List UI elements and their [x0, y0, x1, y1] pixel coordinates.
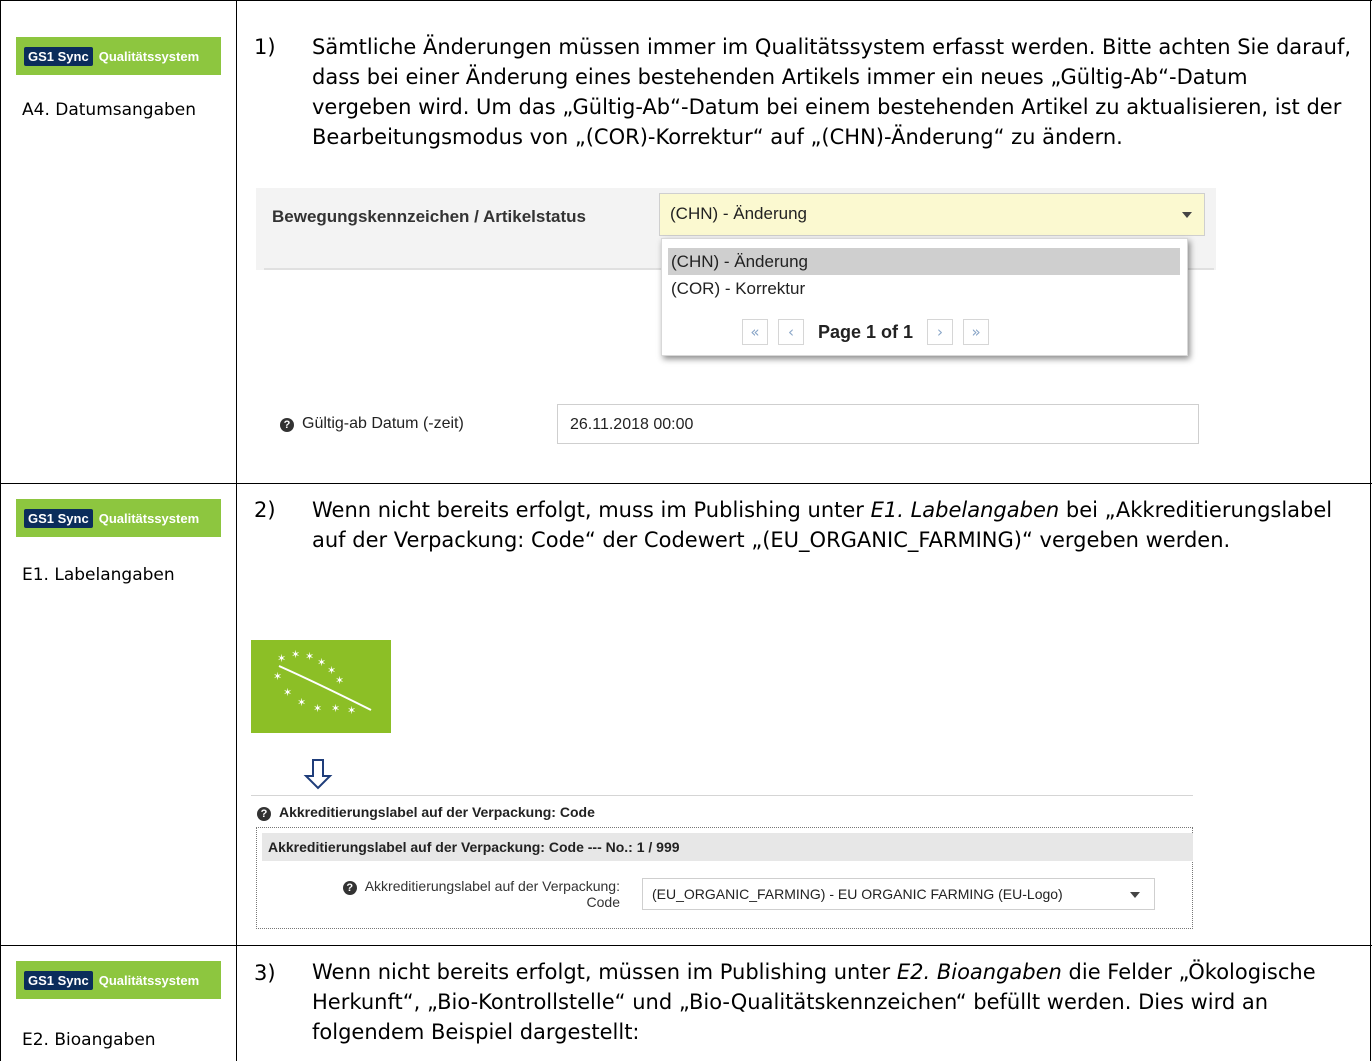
table-right-border — [1370, 0, 1371, 1061]
badge-quality-text: Qualitätssystem — [98, 972, 200, 988]
label-form-heading-text: Akkreditierungslabel auf der Verpackung:… — [279, 804, 595, 820]
section-label: E1. Labelangaben — [22, 565, 175, 585]
svg-text:✶: ✶ — [291, 648, 300, 661]
question-circle-icon[interactable]: ? — [342, 881, 357, 895]
caret-down-icon[interactable] — [1182, 212, 1192, 218]
step-text-part: Wenn nicht bereits erfolgt, müssen im Pu… — [312, 960, 897, 984]
svg-text:✶: ✶ — [305, 650, 314, 663]
page-info: Page 1 of 1 — [818, 321, 914, 342]
eu-organic-logo: ✶ ✶ ✶ ✶ ✶ ✶ ✶ ✶ ✶ ✶ ✶ ✶ — [251, 640, 391, 733]
first-page-button[interactable]: « — [742, 319, 768, 345]
dropdown-pager: « ‹ Page 1 of 1 › » — [742, 319, 990, 345]
step-number: 2) — [254, 498, 276, 522]
step-text: Sämtliche Änderungen müssen immer im Qua… — [312, 35, 1352, 149]
section-label: E2. Bioangaben — [22, 1030, 156, 1050]
label-form-bar-text: Akkreditierungslabel auf der Verpackung:… — [268, 839, 680, 855]
question-circle-icon[interactable]: ? — [280, 418, 294, 432]
label-code-select-value: (EU_ORGANIC_FARMING) - EU ORGANIC FARMIN… — [652, 886, 1063, 902]
step-text-emphasis: E2. Bioangaben — [896, 960, 1062, 984]
label-code-select[interactable]: (EU_ORGANIC_FARMING) - EU ORGANIC FARMIN… — [642, 878, 1155, 910]
row-divider-1 — [0, 483, 1372, 484]
gs1-sync-badge: GS1 Sync Qualitätssystem — [16, 961, 221, 999]
svg-text:✶: ✶ — [283, 686, 292, 699]
svg-text:✶: ✶ — [347, 704, 356, 717]
step-text-emphasis: E1. Labelangaben — [870, 498, 1060, 522]
valid-from-label: ? Gültig-ab Datum (-zeit) — [280, 415, 464, 433]
step-text: Wenn nicht bereits erfolgt, muss im Publ… — [312, 495, 1352, 555]
table-left-border — [0, 0, 1, 1061]
label-code-field-label-text: Akkreditierungslabel auf der Verpackung:… — [364, 878, 620, 910]
status-option-cor[interactable]: (COR) - Korrektur — [668, 275, 1180, 302]
next-page-button[interactable]: › — [927, 319, 954, 345]
status-option-chn[interactable]: (CHN) - Änderung — [668, 248, 1180, 275]
gs1-sync-badge: GS1 Sync Qualitätssystem — [16, 37, 221, 75]
label-code-field-label: ? Akkreditierungslabel auf der Verpackung… — [320, 879, 620, 910]
badge-quality-text: Qualitätssystem — [98, 510, 200, 526]
step-number: 1) — [254, 35, 276, 59]
badge-sync-text: GS1 Sync — [24, 46, 93, 66]
step-number: 3) — [254, 961, 276, 985]
svg-text:✶: ✶ — [317, 656, 326, 669]
valid-from-input[interactable]: 26.11.2018 00:00 — [557, 404, 1199, 444]
status-dropdown-list: (CHN) - Änderung (COR) - Korrektur « ‹ P… — [661, 238, 1188, 356]
gs1-sync-badge: GS1 Sync Qualitätssystem — [16, 499, 221, 537]
label-form-divider — [251, 795, 1193, 796]
svg-text:✶: ✶ — [297, 696, 306, 709]
status-select[interactable]: (CHN) - Änderung — [659, 193, 1205, 236]
row-divider-2 — [0, 945, 1372, 946]
svg-text:✶: ✶ — [331, 702, 340, 715]
label-form-bar: Akkreditierungslabel auf der Verpackung:… — [262, 833, 1193, 861]
eu-organic-logo-graphic: ✶ ✶ ✶ ✶✶✶ ✶✶✶ ✶ ✶ ✶ — [273, 648, 372, 717]
caret-down-icon[interactable] — [1130, 892, 1140, 898]
badge-sync-text: GS1 Sync — [24, 508, 93, 528]
table-column-divider — [236, 0, 237, 1061]
status-field-label: Bewegungskennzeichen / Artikelstatus — [272, 207, 586, 226]
status-select-value: (CHN) - Änderung — [670, 204, 807, 223]
step-text: Wenn nicht bereits erfolgt, müssen im Pu… — [312, 957, 1352, 1047]
svg-text:✶: ✶ — [313, 702, 322, 715]
arrow-down-icon — [303, 758, 333, 794]
svg-text:✶: ✶ — [335, 674, 344, 687]
badge-sync-text: GS1 Sync — [24, 970, 93, 990]
svg-text:✶: ✶ — [273, 670, 282, 683]
valid-from-label-text: Gültig-ab Datum (-zeit) — [302, 415, 464, 432]
prev-page-button[interactable]: ‹ — [778, 319, 804, 345]
section-label: A4. Datumsangaben — [22, 100, 197, 120]
step-text-part: Wenn nicht bereits erfolgt, muss im Publ… — [312, 498, 871, 522]
table-top-border — [0, 0, 1372, 1]
badge-quality-text: Qualitätssystem — [98, 48, 200, 64]
question-circle-icon[interactable]: ? — [257, 807, 271, 821]
label-form-heading: ? Akkreditierungslabel auf der Verpackung… — [257, 804, 595, 821]
svg-text:✶: ✶ — [277, 652, 286, 665]
last-page-button[interactable]: » — [963, 319, 990, 345]
